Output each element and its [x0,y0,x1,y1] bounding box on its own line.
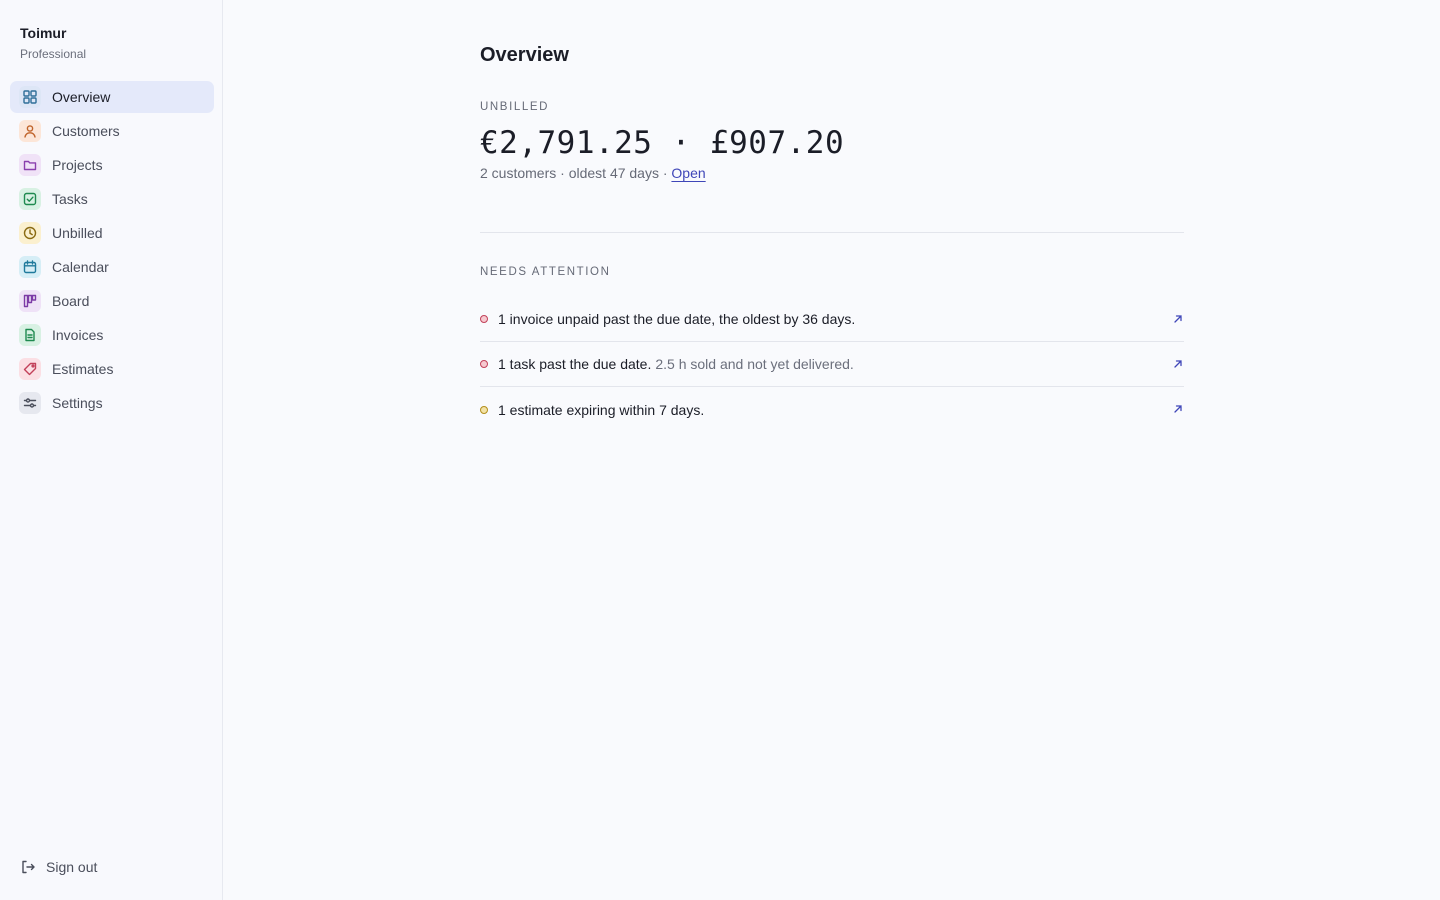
sidebar-item-board[interactable]: Board [10,285,214,317]
status-dot-yellow [480,405,488,414]
unbilled-meta: 2 customers · oldest 47 days · Open [480,165,706,181]
unbilled-summary: 2 customers · oldest 47 days · [480,165,668,181]
checkbox-icon [19,188,41,210]
workspace-name: Toimur [20,25,67,41]
sidebar: Toimur Professional Overview Customers P… [0,0,223,900]
sidebar-item-unbilled[interactable]: Unbilled [10,217,214,249]
page-title: Overview [480,44,569,66]
arrow-up-right-icon[interactable] [1172,358,1184,370]
attention-detail: 2.5 h sold and not yet delivered. [655,356,854,372]
sidebar-item-label: Unbilled [52,225,103,241]
open-unbilled-link[interactable]: Open [671,165,705,181]
sign-out-label: Sign out [46,859,98,875]
attention-item-overdue-task[interactable]: 1 task past the due date. 2.5 h sold and… [480,342,1184,387]
arrow-up-right-icon[interactable] [1172,403,1184,415]
sidebar-item-overview[interactable]: Overview [10,81,214,113]
sidebar-item-estimates[interactable]: Estimates [10,353,214,385]
sign-out-button[interactable]: Sign out [20,859,97,875]
sidebar-item-label: Tasks [52,191,88,207]
sliders-icon [19,392,41,414]
folder-icon [19,154,41,176]
clock-icon [19,222,41,244]
status-dot-red [480,360,488,368]
person-icon [19,120,41,142]
sidebar-item-label: Customers [52,123,120,139]
plan-label: Professional [20,47,87,61]
attention-text: 1 invoice unpaid past the due date, the … [498,311,856,327]
sidebar-item-label: Calendar [52,259,109,275]
attention-text: 1 task past the due date. [498,356,652,372]
sidebar-item-label: Settings [52,395,103,411]
calendar-icon [19,256,41,278]
attention-list: 1 invoice unpaid past the due date, the … [480,297,1184,432]
needs-attention-label: NEEDS ATTENTION [480,266,611,278]
sidebar-item-projects[interactable]: Projects [10,149,214,181]
attention-text: 1 estimate expiring within 7 days. [498,401,705,418]
document-icon [19,324,41,346]
arrow-up-right-icon[interactable] [1172,313,1184,325]
sign-out-icon [22,860,35,874]
unbilled-label: UNBILLED [480,101,550,113]
grid-icon [19,86,41,108]
sidebar-item-label: Projects [52,157,103,173]
sidebar-item-label: Board [52,293,90,309]
sidebar-item-label: Overview [52,89,111,105]
unbilled-amount: €2,791.25 · £907.20 [480,125,845,161]
attention-item-overdue-invoice[interactable]: 1 invoice unpaid past the due date, the … [480,297,1184,342]
attention-item-expiring-estimate[interactable]: 1 estimate expiring within 7 days. [480,387,1184,432]
brand: Toimur Professional [20,24,86,62]
kanban-icon [19,290,41,312]
sidebar-item-tasks[interactable]: Tasks [10,183,214,215]
sidebar-item-customers[interactable]: Customers [10,115,214,147]
sidebar-item-calendar[interactable]: Calendar [10,251,214,283]
status-dot-red [480,315,488,323]
sidebar-item-invoices[interactable]: Invoices [10,319,214,351]
divider [480,232,1184,233]
sidebar-item-label: Estimates [52,361,114,377]
sidebar-item-label: Invoices [52,327,104,343]
sidebar-item-settings[interactable]: Settings [10,387,214,419]
sidebar-nav: Overview Customers Projects Tasks Unbill… [10,81,214,421]
tag-icon [19,358,41,380]
